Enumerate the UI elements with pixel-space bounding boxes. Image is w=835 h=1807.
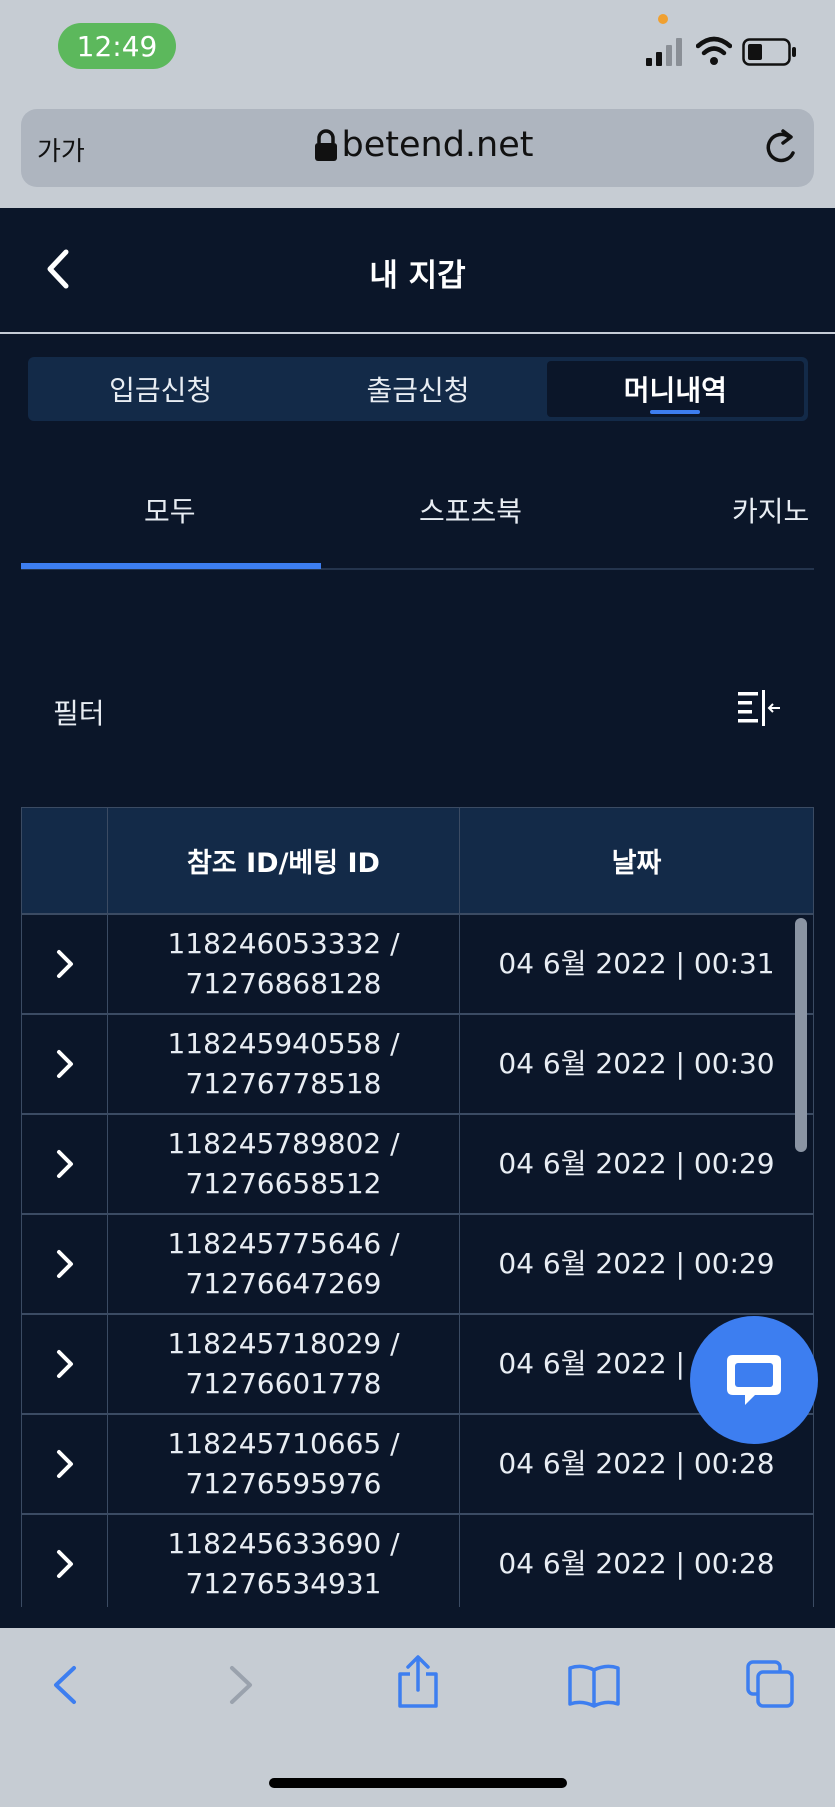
page-title: 내 지갑	[369, 258, 466, 294]
address-bar[interactable]: 가가 betend.net	[21, 109, 814, 187]
ref-id: 118245789802 /	[167, 1127, 400, 1160]
row-expand-cell[interactable]	[22, 1515, 108, 1607]
bet-id: 71276778518	[185, 1067, 382, 1100]
row-expand-cell[interactable]	[22, 1415, 108, 1513]
reload-icon[interactable]	[763, 127, 801, 167]
subtab-all[interactable]: 모두	[144, 490, 196, 530]
chevron-right-icon	[56, 1350, 73, 1378]
ref-id: 118245710665 /	[167, 1427, 400, 1460]
table-header-row: 참조 ID/베팅 ID 날짜	[22, 808, 813, 915]
ref-id: 118245940558 /	[167, 1027, 400, 1060]
browser-url-area: 가가 betend.net	[0, 92, 835, 208]
subtab-sportsbook[interactable]: 스포츠북	[419, 490, 522, 530]
ref-bet-id-cell: 118246053332 / 71276868128	[108, 915, 460, 1013]
browser-toolbar	[0, 1628, 835, 1807]
row-expand-cell[interactable]	[22, 1115, 108, 1213]
share-icon[interactable]	[394, 1654, 442, 1710]
chevron-right-icon	[56, 1050, 73, 1078]
ref-id: 118245718029 /	[167, 1327, 400, 1360]
ref-bet-id-cell: 118245940558 / 71276778518	[108, 1015, 460, 1113]
ref-bet-id-cell: 118245633690 / 71276534931	[108, 1515, 460, 1607]
table-row[interactable]: 118246053332 / 71276868128 04 6월 2022 | 00…	[22, 915, 813, 1015]
battery-icon	[742, 38, 796, 66]
chevron-right-icon	[56, 1450, 73, 1478]
bet-id: 71276658512	[185, 1167, 382, 1200]
table-header-ref-id: 참조 ID/베팅 ID	[108, 808, 460, 913]
chevron-right-icon	[56, 1250, 73, 1278]
row-expand-cell[interactable]	[22, 1215, 108, 1313]
row-expand-cell[interactable]	[22, 1015, 108, 1113]
ref-bet-id-cell: 118245789802 / 71276658512	[108, 1115, 460, 1213]
table-scrollbar[interactable]	[795, 918, 807, 1152]
app-header: 내 지갑	[0, 208, 835, 334]
tab-money-history[interactable]: 머니내역	[546, 361, 804, 417]
row-expand-cell[interactable]	[22, 1315, 108, 1413]
money-history-table: 참조 ID/베팅 ID 날짜 118246053332 / 71276868128…	[21, 807, 814, 1607]
url-domain: betend.net	[21, 125, 814, 165]
browser-forward-icon[interactable]	[222, 1660, 262, 1710]
table-row[interactable]: 118245633690 / 71276534931 04 6월 2022 | 00…	[22, 1515, 813, 1607]
date-cell: 04 6월 2022 | 00:30	[498, 1047, 775, 1080]
chat-bubble-icon	[727, 1355, 781, 1405]
bet-id: 71276601778	[185, 1367, 382, 1400]
ref-bet-id-cell: 118245775646 / 71276647269	[108, 1215, 460, 1313]
live-chat-button[interactable]	[690, 1316, 818, 1444]
bet-id: 71276868128	[185, 967, 382, 1000]
status-time: 12:49	[58, 23, 176, 69]
ref-id: 118246053332 /	[167, 927, 400, 960]
bet-id: 71276647269	[185, 1267, 382, 1300]
status-bar: 12:49	[0, 0, 835, 92]
table-header-expand	[22, 808, 108, 913]
browser-back-icon[interactable]	[44, 1660, 84, 1710]
chevron-right-icon	[56, 1550, 73, 1578]
table-row[interactable]: 118245710665 /71276595976 04 6월 2022 | 00…	[22, 1415, 813, 1515]
date-cell: 04 6월 2022 | 00:31	[498, 947, 775, 980]
table-row[interactable]: 118245940558 / 71276778518 04 6월 2022 | 00…	[22, 1015, 813, 1115]
cellular-signal-icon	[646, 38, 682, 66]
date-cell: 04 6월 2022 | 00:29	[498, 1147, 775, 1180]
bet-id: 71276534931	[185, 1567, 382, 1600]
filter-collapse-icon[interactable]	[734, 688, 782, 728]
date-cell: 04 6월 2022 | 00:28	[498, 1547, 775, 1580]
home-indicator	[269, 1778, 567, 1788]
wallet-segment-tabs: 입금신청 출금신청 머니내역	[28, 357, 808, 421]
row-expand-cell[interactable]	[22, 915, 108, 1013]
tab-deposit-request[interactable]: 입금신청	[32, 361, 289, 417]
ref-id: 118245633690 /	[167, 1527, 400, 1560]
tabs-icon[interactable]	[744, 1658, 796, 1710]
privacy-indicator-dot	[658, 14, 668, 24]
table-body: 118246053332 / 71276868128 04 6월 2022 | 00…	[22, 915, 813, 1607]
filter-label: 필터	[53, 697, 105, 730]
bet-id: 71276595976	[185, 1467, 382, 1500]
ref-bet-id-cell: 118245718029 / 71276601778	[108, 1315, 460, 1413]
ref-bet-id-cell: 118245710665 / 71276595976	[108, 1415, 460, 1513]
tab-withdraw-request[interactable]: 출금신청	[289, 361, 546, 417]
chevron-right-icon	[56, 1150, 73, 1178]
table-row[interactable]: 118245789802 / 71276658512 04 6월 2022 | 00…	[22, 1115, 813, 1215]
wifi-icon	[696, 36, 732, 65]
date-cell: 04 6월 2022 | 00:29	[498, 1247, 775, 1280]
url-domain-text: betend.net	[341, 125, 534, 165]
subtab-casino[interactable]: 카지노	[732, 490, 809, 530]
bookmarks-icon[interactable]	[566, 1662, 622, 1708]
table-header-date: 날짜	[611, 848, 662, 879]
chevron-right-icon	[56, 950, 73, 978]
ref-id: 118245775646 /	[167, 1227, 400, 1260]
active-tab-indicator	[21, 563, 321, 569]
table-row[interactable]: 118245775646 / 71276647269 04 6월 2022 | 00…	[22, 1215, 813, 1315]
history-sub-tabs: 모두 스포츠북 카지노	[21, 460, 814, 570]
